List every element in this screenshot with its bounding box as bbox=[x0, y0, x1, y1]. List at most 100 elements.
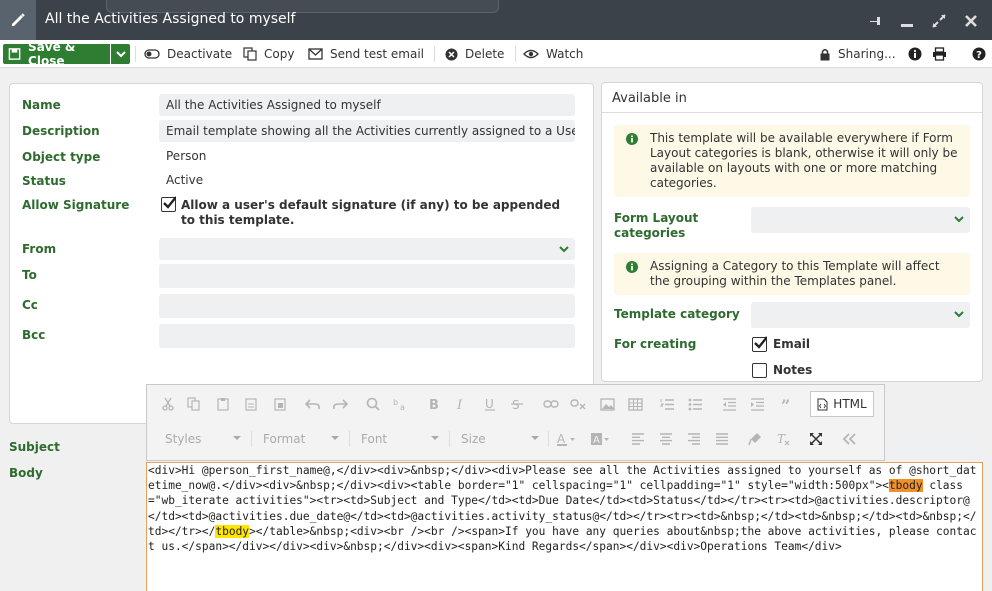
paste-word-icon[interactable] bbox=[269, 393, 291, 415]
email-checkbox[interactable] bbox=[752, 336, 767, 352]
copy-button[interactable]: Copy bbox=[243, 40, 294, 68]
send-test-email-button[interactable]: Send test email bbox=[308, 40, 424, 68]
copy-format-icon[interactable] bbox=[183, 393, 205, 415]
bold-icon[interactable]: B bbox=[423, 393, 445, 415]
form-layout-categories-label: Form Layout categories bbox=[614, 211, 699, 240]
print-button[interactable] bbox=[932, 40, 954, 68]
align-right-icon[interactable] bbox=[683, 428, 705, 450]
styles-dropdown[interactable]: Styles bbox=[165, 429, 241, 449]
svg-text:b: b bbox=[393, 398, 398, 407]
styles-dropdown-label: Styles bbox=[165, 432, 202, 446]
underline-icon[interactable]: U bbox=[479, 393, 501, 415]
watch-button[interactable]: Watch bbox=[523, 40, 583, 68]
help-button[interactable]: ? bbox=[972, 40, 992, 68]
cc-input[interactable] bbox=[159, 294, 575, 318]
svg-text:U: U bbox=[485, 397, 494, 411]
info-circle-icon bbox=[908, 47, 922, 61]
source-highlight-2: tbody bbox=[215, 524, 250, 538]
close-icon[interactable] bbox=[962, 12, 980, 30]
replace-icon[interactable]: ba bbox=[389, 393, 411, 415]
subject-input[interactable] bbox=[885, 437, 982, 459]
undo-icon[interactable] bbox=[302, 393, 324, 415]
info-box-category: Assigning a Category to this Template wi… bbox=[614, 253, 970, 295]
delete-label: Delete bbox=[465, 47, 505, 61]
image-icon[interactable] bbox=[596, 393, 618, 415]
toolbar-divider bbox=[251, 431, 252, 447]
window-title: All the Activities Assigned to myself bbox=[45, 11, 296, 27]
svg-text:?: ? bbox=[976, 50, 982, 61]
toolbar-divider bbox=[434, 46, 435, 62]
notes-option-label: Notes bbox=[773, 363, 813, 377]
svg-text:A: A bbox=[557, 432, 566, 446]
source-document-icon bbox=[817, 398, 828, 410]
align-center-icon[interactable] bbox=[655, 428, 677, 450]
body-label: Body bbox=[9, 466, 43, 480]
size-dropdown[interactable]: Size bbox=[461, 429, 539, 449]
allow-signature-checkbox[interactable] bbox=[161, 196, 176, 212]
strikethrough-icon[interactable]: S bbox=[506, 393, 528, 415]
save-dropdown-button[interactable] bbox=[111, 44, 130, 64]
minimize-icon[interactable] bbox=[898, 12, 916, 30]
svg-text:a: a bbox=[400, 403, 405, 411]
format-dropdown-label: Format bbox=[263, 432, 306, 446]
font-dropdown-label: Font bbox=[361, 432, 388, 446]
pin-icon[interactable] bbox=[866, 12, 884, 30]
bullet-list-icon[interactable] bbox=[684, 393, 706, 415]
subject-label: Subject bbox=[9, 440, 60, 454]
svg-text:I: I bbox=[456, 398, 463, 411]
blockquote-icon[interactable]: ” bbox=[778, 393, 800, 415]
sharing-button[interactable]: Sharing... bbox=[819, 40, 896, 68]
paste-icon[interactable] bbox=[212, 393, 234, 415]
find-icon[interactable] bbox=[362, 393, 384, 415]
html-source-button[interactable]: HTML bbox=[810, 391, 874, 417]
text-color-icon[interactable]: A bbox=[555, 428, 577, 450]
numbered-list-icon[interactable] bbox=[656, 393, 678, 415]
format-painter-icon[interactable] bbox=[744, 428, 766, 450]
table-icon[interactable] bbox=[624, 393, 646, 415]
edit-mode-icon[interactable] bbox=[0, 0, 36, 40]
chevron-down-icon bbox=[954, 311, 964, 318]
font-dropdown[interactable]: Font bbox=[361, 429, 439, 449]
align-justify-icon[interactable] bbox=[711, 428, 733, 450]
template-category-label: Template category bbox=[614, 307, 740, 321]
to-input[interactable] bbox=[159, 264, 575, 288]
align-left-icon[interactable] bbox=[627, 428, 649, 450]
available-in-header: Available in bbox=[602, 83, 982, 113]
unlink-icon[interactable] bbox=[567, 393, 589, 415]
cut-icon[interactable] bbox=[157, 393, 179, 415]
toolbar-divider bbox=[349, 431, 350, 447]
notes-checkbox[interactable] bbox=[752, 363, 767, 378]
svg-text:A: A bbox=[593, 435, 600, 446]
format-dropdown[interactable]: Format bbox=[263, 429, 339, 449]
bcc-label: Bcc bbox=[22, 328, 46, 342]
indent-icon[interactable] bbox=[746, 393, 768, 415]
restore-icon[interactable] bbox=[930, 12, 948, 30]
deactivate-button[interactable]: Deactivate bbox=[144, 40, 232, 68]
redo-icon[interactable] bbox=[329, 393, 351, 415]
eye-icon bbox=[523, 49, 539, 59]
info-text-layout: This template will be available everywhe… bbox=[650, 131, 958, 190]
save-close-button[interactable]: Save & Close bbox=[3, 40, 110, 68]
delete-button[interactable]: Delete bbox=[445, 40, 504, 68]
link-icon[interactable] bbox=[540, 393, 562, 415]
info-button[interactable] bbox=[908, 40, 929, 68]
for-creating-label: For creating bbox=[614, 337, 697, 351]
italic-icon[interactable]: I bbox=[450, 393, 472, 415]
description-input[interactable]: Email template showing all the Activitie… bbox=[159, 120, 575, 142]
from-select[interactable] bbox=[159, 238, 575, 260]
remove-format-icon[interactable]: T bbox=[772, 428, 794, 450]
background-color-icon[interactable]: A bbox=[589, 428, 611, 450]
bcc-input[interactable] bbox=[159, 324, 575, 348]
html-source-editor[interactable]: <div>Hi @person_first_name@,</div><div>&… bbox=[146, 462, 983, 591]
outdent-icon[interactable] bbox=[718, 393, 740, 415]
envelope-icon bbox=[308, 48, 323, 60]
paste-text-icon[interactable] bbox=[240, 393, 262, 415]
name-input[interactable]: All the Activities Assigned to myself bbox=[159, 94, 575, 116]
template-category-select[interactable] bbox=[751, 302, 970, 328]
source-highlight-1: tbody bbox=[888, 479, 923, 493]
collapse-toolbar-icon[interactable] bbox=[838, 428, 860, 450]
form-layout-categories-select[interactable] bbox=[751, 207, 970, 233]
size-dropdown-label: Size bbox=[461, 432, 486, 446]
maximize-icon[interactable] bbox=[805, 428, 827, 450]
delete-icon bbox=[445, 48, 458, 60]
